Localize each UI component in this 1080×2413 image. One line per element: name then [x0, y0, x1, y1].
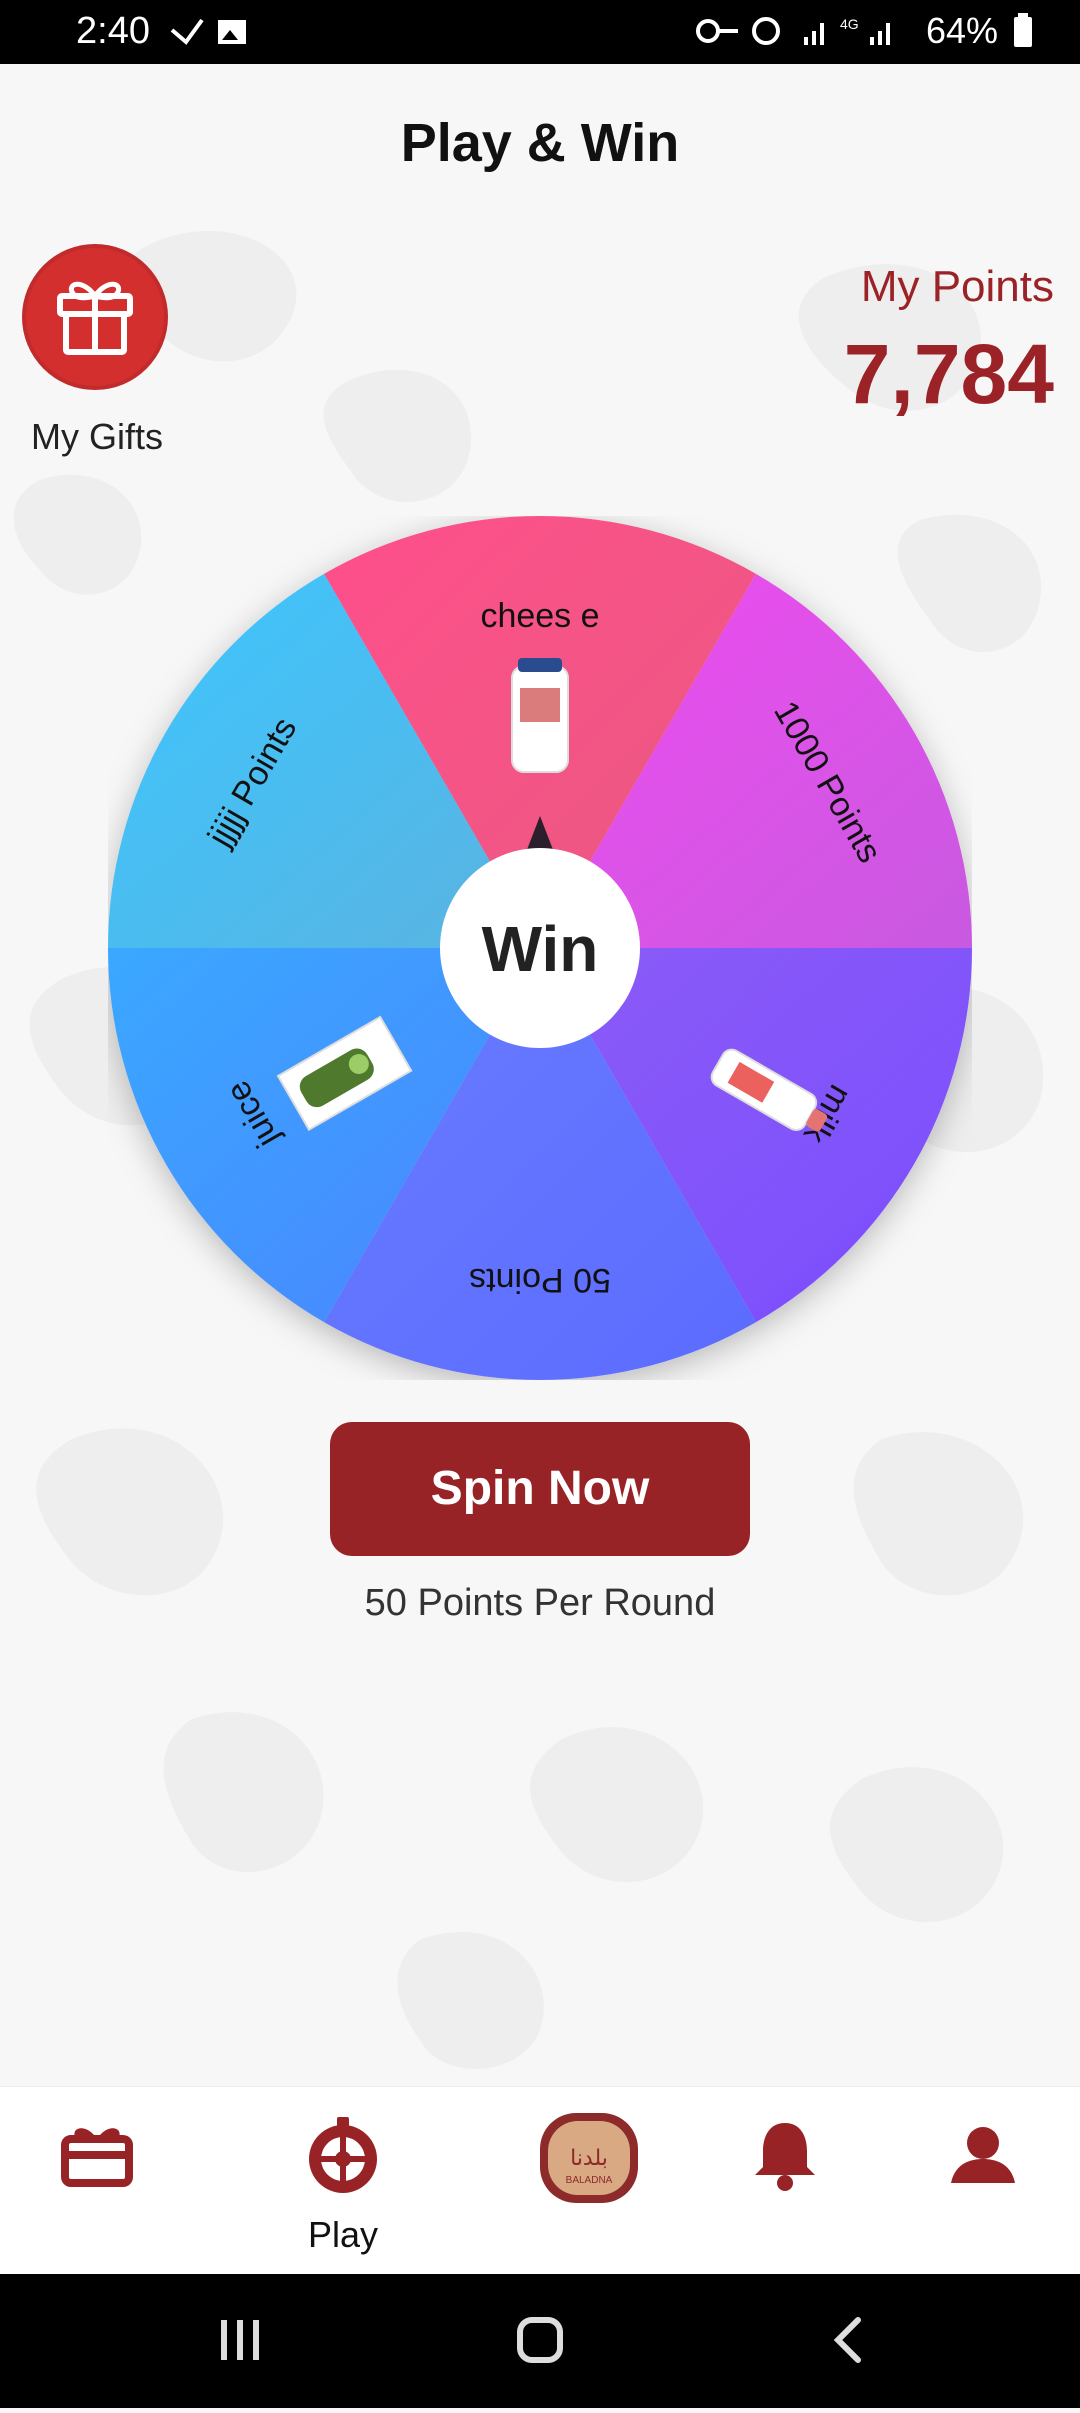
mayonnaise-jar-icon — [511, 658, 569, 773]
home-icon — [517, 2317, 563, 2363]
back-icon — [833, 2317, 861, 2363]
battery-icon — [1014, 13, 1032, 47]
my-gifts-label: My Gifts — [31, 416, 163, 457]
wheel-icon — [309, 2117, 377, 2193]
points-label: My Points — [860, 262, 1054, 311]
prize-wheel[interactable]: Win chees e 1000 Points milk 50 Points juice… — [108, 516, 972, 1380]
nav-profile[interactable] — [918, 2105, 1048, 2265]
svg-text:بلدنا: بلدنا — [570, 2146, 608, 2171]
wheel-center-label: Win — [482, 913, 599, 985]
spin-now-button[interactable]: Spin Now — [330, 1422, 750, 1556]
wheel-svg[interactable]: Win chees e1000 Pointsmilk50 Pointsjuice… — [108, 516, 972, 1380]
user-icon — [951, 2127, 1015, 2183]
recent-apps-icon — [221, 2320, 259, 2360]
battery-text: 64% — [925, 10, 998, 51]
baladna-logo-icon: بلدنا BALADNA — [540, 2113, 638, 2203]
points-per-round-text: 50 Points Per Round — [364, 1582, 716, 1624]
nav-home-logo[interactable]: بلدنا BALADNA — [524, 2105, 654, 2265]
app-bar: Play & Win — [0, 64, 1080, 220]
gift-card-icon — [61, 2128, 133, 2187]
notification-icons — [170, 18, 246, 45]
svg-text:4G: 4G — [840, 16, 859, 32]
system-nav-icons[interactable] — [0, 2274, 1080, 2408]
status-right: 4G 64% — [694, 10, 1036, 52]
system-navigation-bar — [0, 2274, 1080, 2408]
nav-gifts[interactable] — [32, 2105, 162, 2265]
bell-icon — [755, 2123, 815, 2191]
wheel-segment-label: 50 Points — [469, 1261, 611, 1299]
nav-play[interactable]: Play — [278, 2105, 408, 2265]
wheel-segment-label: chees e — [480, 597, 599, 635]
page-title: Play & Win — [400, 113, 680, 173]
status-left-icons — [168, 12, 258, 57]
gift-icon — [22, 244, 168, 390]
status-time: 2:40 — [76, 10, 150, 52]
status-icons: 4G — [695, 16, 890, 45]
status-bar: 2:40 4G 64% — [0, 0, 1080, 64]
points-panel: My Points 7,784 — [844, 262, 1054, 423]
nav-play-label: Play — [307, 2214, 379, 2255]
nav-notifications[interactable] — [720, 2105, 850, 2265]
points-value: 7,784 — [843, 327, 1054, 421]
svg-text:BALADNA: BALADNA — [566, 2175, 613, 2186]
my-gifts-button[interactable]: My Gifts — [22, 244, 172, 458]
main-content: My Gifts My Points 7,784 Win chees e 1000… — [0, 220, 1080, 2086]
bottom-navigation: Play بلدنا BALADNA — [0, 2086, 1080, 2275]
